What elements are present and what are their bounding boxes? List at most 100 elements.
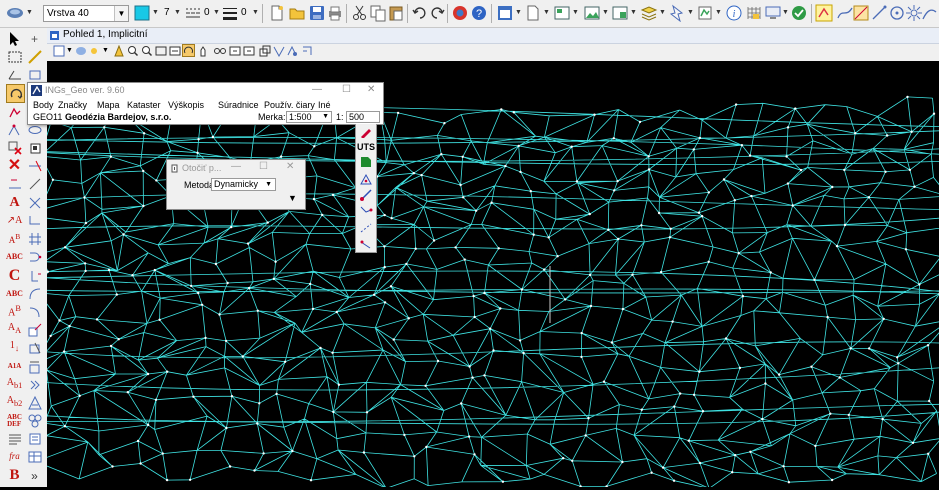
- menu-item-suradnice[interactable]: Súradnice: [218, 100, 259, 110]
- text-edit-icon[interactable]: ABC: [6, 285, 23, 302]
- chevron-down-icon[interactable]: ▼: [572, 9, 579, 16]
- window-area-icon[interactable]: [155, 45, 167, 57]
- measure-icon[interactable]: [26, 48, 43, 65]
- vertex-icon[interactable]: [6, 121, 23, 138]
- menu-item-znacky[interactable]: Značky: [58, 100, 87, 110]
- menu-item-mapa[interactable]: Mapa: [97, 100, 120, 110]
- text-ab-icon[interactable]: AB: [6, 230, 23, 247]
- display-icon[interactable]: [764, 4, 782, 22]
- diagonal-line-icon[interactable]: [870, 4, 888, 22]
- cross-icon[interactable]: [26, 194, 43, 211]
- rectangle-icon[interactable]: [26, 66, 43, 83]
- copy-view-icon[interactable]: [259, 45, 271, 57]
- rotate-view-icon[interactable]: [182, 44, 195, 57]
- pattern-icon[interactable]: [26, 394, 43, 411]
- trim-icon[interactable]: [26, 157, 43, 174]
- dashed-line-icon[interactable]: [357, 221, 375, 235]
- update-view-icon[interactable]: [113, 45, 125, 57]
- triangle-point-icon[interactable]: [357, 172, 375, 186]
- zoom-in-icon[interactable]: [127, 45, 139, 57]
- rotate-tool-icon[interactable]: [6, 84, 25, 103]
- menu-item-body[interactable]: Body: [33, 100, 54, 110]
- uts-button[interactable]: UTS: [357, 140, 375, 154]
- menu-item-kataster[interactable]: Kataster: [127, 100, 161, 110]
- chevron-down-icon[interactable]: ▼: [543, 9, 550, 16]
- text-abcd-icon[interactable]: ABCDEF: [6, 412, 23, 429]
- previous-view-icon[interactable]: [229, 45, 241, 57]
- redo-icon[interactable]: [428, 4, 446, 22]
- bend-line-icon[interactable]: [357, 204, 375, 218]
- fit-view-icon[interactable]: [169, 45, 181, 57]
- chain-icon[interactable]: [26, 412, 43, 429]
- page-icon[interactable]: [524, 4, 542, 22]
- circle-target-icon[interactable]: [888, 4, 906, 22]
- layer-select[interactable]: Vrstva 40 ▼: [43, 5, 129, 22]
- green-flag-icon[interactable]: [357, 155, 375, 169]
- view-window-icon[interactable]: [496, 4, 514, 22]
- ratio-input[interactable]: 500: [346, 111, 380, 123]
- text-attr-icon[interactable]: AA: [6, 321, 23, 338]
- method-select[interactable]: Dynamicky ▼: [211, 178, 276, 191]
- close-icon[interactable]: ✕: [286, 161, 294, 172]
- element-selection-icon[interactable]: [6, 4, 24, 22]
- line-icon[interactable]: [26, 175, 43, 192]
- zoom-out-icon[interactable]: [141, 45, 153, 57]
- chevron-down-icon[interactable]: ▼: [515, 9, 522, 16]
- chevron-down-icon[interactable]: ▼: [252, 9, 259, 16]
- chevron-down-icon[interactable]: ▼: [715, 9, 722, 16]
- tangent-icon[interactable]: [26, 303, 43, 320]
- view-attributes-icon[interactable]: [53, 45, 65, 57]
- minimize-icon[interactable]: —: [231, 161, 241, 172]
- snap-icon[interactable]: [668, 4, 686, 22]
- reference-icon[interactable]: [611, 4, 629, 22]
- square-icon[interactable]: [26, 139, 43, 156]
- menu-item-ine[interactable]: Iné: [318, 100, 331, 110]
- layout-icon[interactable]: [553, 4, 571, 22]
- chevron-down-icon[interactable]: ▼: [213, 9, 220, 16]
- text-lines-icon[interactable]: [6, 430, 23, 447]
- menu-item-pouziv-ciary[interactable]: Použív. čiary: [264, 100, 315, 110]
- cell-list-icon[interactable]: [26, 430, 43, 447]
- arrow-line-icon[interactable]: [357, 237, 375, 251]
- maximize-icon[interactable]: ☐: [342, 84, 351, 95]
- delete-icon[interactable]: ✕: [6, 157, 23, 174]
- stack-arrow-icon[interactable]: [26, 376, 43, 393]
- expand-arrow-icon[interactable]: ▼: [288, 193, 297, 203]
- double-chevron-icon[interactable]: »: [26, 467, 43, 484]
- globe-icon[interactable]: [451, 4, 469, 22]
- plus-icon[interactable]: +: [26, 30, 43, 47]
- cell-replace-icon[interactable]: [26, 358, 43, 375]
- next-view-icon[interactable]: [243, 45, 255, 57]
- chevron-down-icon[interactable]: ▼: [602, 9, 609, 16]
- display-style-icon[interactable]: [75, 45, 87, 57]
- line-style-icon[interactable]: [184, 4, 202, 22]
- new-file-icon[interactable]: [268, 4, 286, 22]
- fence-icon[interactable]: [6, 48, 23, 65]
- line-weight-icon[interactable]: [221, 4, 239, 22]
- color-button[interactable]: [133, 4, 151, 22]
- menu-item-vyskopis[interactable]: Výškopis: [168, 100, 204, 110]
- modify-icon[interactable]: [6, 103, 23, 120]
- text-b1-icon[interactable]: Ab1: [6, 376, 23, 393]
- display-rules-icon[interactable]: [301, 45, 313, 57]
- help-icon[interactable]: ?: [470, 4, 488, 22]
- area-select-icon[interactable]: [852, 4, 870, 22]
- arc-point-icon[interactable]: [26, 248, 43, 265]
- scale-select[interactable]: 1:500 ▼: [286, 111, 332, 123]
- chevron-down-icon[interactable]: ▼: [66, 47, 73, 54]
- chevron-down-icon[interactable]: ▼: [630, 9, 637, 16]
- paste-icon[interactable]: [387, 4, 405, 22]
- maximize-icon[interactable]: ☐: [259, 161, 268, 172]
- clip-volume-icon[interactable]: [273, 45, 285, 57]
- text-along-icon[interactable]: ↗A: [6, 212, 23, 229]
- chevron-down-icon[interactable]: ▼: [174, 9, 181, 16]
- grid-line-icon[interactable]: [26, 230, 43, 247]
- save-icon[interactable]: [308, 4, 326, 22]
- chevron-down-icon[interactable]: ▼: [26, 9, 33, 16]
- raster-icon[interactable]: [583, 4, 601, 22]
- cell-icon[interactable]: [696, 4, 714, 22]
- text-c-icon[interactable]: C: [6, 267, 23, 284]
- table-icon[interactable]: [26, 448, 43, 465]
- chevron-down-icon[interactable]: ▼: [782, 9, 789, 16]
- minimize-icon[interactable]: —: [312, 84, 322, 95]
